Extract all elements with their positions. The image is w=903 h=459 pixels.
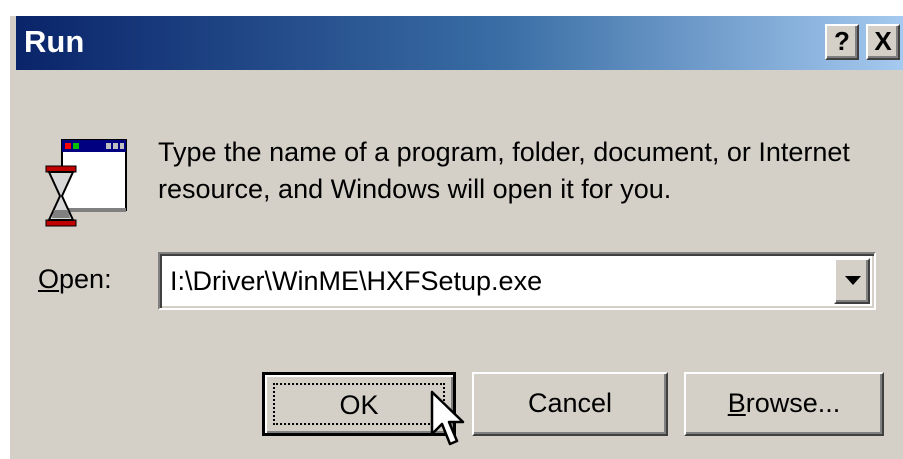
run-program-icon — [45, 139, 127, 227]
browse-button[interactable]: Browse... — [684, 372, 884, 436]
ok-button[interactable]: OK — [262, 372, 456, 436]
browse-accelerator: B — [727, 388, 746, 418]
help-button[interactable]: ? — [825, 24, 859, 60]
open-label-text: pen: — [59, 264, 112, 294]
browse-label: rowse... — [745, 388, 841, 418]
title-bar[interactable]: Run ? X — [16, 16, 903, 70]
cancel-button[interactable]: Cancel — [472, 372, 668, 436]
mouse-pointer-icon — [430, 390, 465, 446]
dialog-prompt: Type the name of a program, folder, docu… — [158, 137, 850, 204]
dropdown-arrow-icon[interactable] — [834, 258, 870, 304]
open-label-accelerator: O — [38, 264, 60, 294]
open-combobox[interactable]: I:\Driver\WinME\HXFSetup.exe — [158, 252, 876, 310]
window-title: Run — [24, 24, 85, 59]
close-button[interactable]: X — [866, 24, 900, 60]
ok-button-label: OK — [273, 383, 445, 425]
open-input[interactable]: I:\Driver\WinME\HXFSetup.exe — [170, 266, 542, 297]
open-label: Open: — [38, 264, 112, 295]
run-dialog: Run ? X Type the name of a program, fold… — [8, 14, 903, 459]
